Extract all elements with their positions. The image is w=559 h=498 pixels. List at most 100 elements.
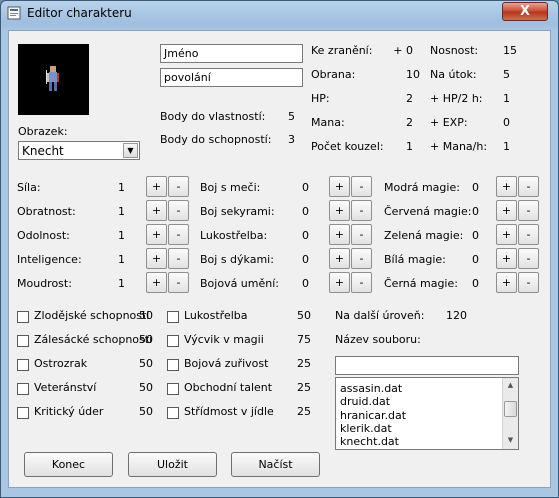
attribute-value: 1	[118, 253, 125, 266]
magic-plus-button[interactable]: +	[496, 272, 517, 293]
magic-minus-button[interactable]: -	[518, 200, 539, 221]
portrait-select[interactable]: Knecht ▼	[18, 141, 140, 160]
stat-label: + EXP:	[430, 116, 468, 129]
magic-minus-button[interactable]: -	[518, 248, 539, 269]
filename-input[interactable]	[335, 356, 519, 375]
stat-value: + 0	[393, 44, 413, 57]
skill-checkbox[interactable]	[167, 359, 179, 371]
combat-label: Boj sekyrami:	[200, 205, 275, 218]
attribute-label: Síla:	[17, 181, 41, 194]
attribute-points-label: Body do vlastností:	[160, 110, 266, 123]
attribute-plus-button[interactable]: +	[146, 248, 167, 269]
file-list-scrollbar[interactable]: ▲ ▼	[502, 378, 518, 449]
combat-label: Lukostřelba:	[200, 229, 268, 242]
skill-points-label: Body do schopností:	[160, 133, 272, 146]
list-item[interactable]: klerik.dat	[340, 422, 392, 435]
magic-plus-button[interactable]: +	[496, 176, 517, 197]
skill-checkbox[interactable]	[167, 383, 179, 395]
magic-plus-button[interactable]: +	[496, 200, 517, 221]
combat-minus-button[interactable]: -	[351, 248, 372, 269]
magic-plus-button[interactable]: +	[496, 248, 517, 269]
end-button[interactable]: Konec	[24, 452, 113, 477]
list-item[interactable]: druid.dat	[340, 395, 390, 408]
list-item[interactable]: knecht.dat	[340, 435, 399, 448]
skill-checkbox[interactable]	[17, 359, 29, 371]
skill-checkbox[interactable]	[17, 335, 29, 347]
stat-value: 1	[406, 140, 413, 153]
magic-minus-button[interactable]: -	[518, 272, 539, 293]
magic-value: 0	[472, 181, 479, 194]
skill-cost: 25	[297, 381, 311, 394]
combat-plus-button[interactable]: +	[329, 224, 350, 245]
attribute-minus-button[interactable]: -	[168, 272, 189, 293]
list-item[interactable]: hranicar.dat	[340, 409, 406, 422]
skill-label: Výcvik v magii	[184, 333, 264, 346]
attribute-plus-button[interactable]: +	[146, 224, 167, 245]
stat-value: 1	[503, 92, 510, 105]
scroll-down-icon[interactable]: ▼	[505, 435, 516, 446]
attribute-plus-button[interactable]: +	[146, 272, 167, 293]
window-title: Editor charakteru	[27, 6, 132, 20]
app-icon	[7, 6, 21, 20]
magic-value: 0	[472, 253, 479, 266]
attribute-plus-button[interactable]: +	[146, 200, 167, 221]
load-button[interactable]: Načíst	[231, 452, 320, 477]
close-button[interactable]: X	[502, 2, 548, 21]
combat-minus-button[interactable]: -	[351, 176, 372, 197]
stat-value: 15	[503, 44, 517, 57]
stat-label: Ke zranění:	[311, 44, 373, 57]
combat-plus-button[interactable]: +	[329, 248, 350, 269]
attribute-plus-button[interactable]: +	[146, 176, 167, 197]
skill-label: Bojová zuřivost	[184, 357, 269, 370]
attribute-label: Odolnost:	[17, 229, 70, 242]
magic-label: Zelená magie:	[384, 229, 464, 242]
attribute-minus-button[interactable]: -	[168, 200, 189, 221]
skill-label: Zlodějské schopnosti	[34, 309, 150, 322]
magic-label: Modrá magie:	[384, 181, 460, 194]
scroll-thumb[interactable]	[504, 401, 517, 417]
combat-plus-button[interactable]: +	[329, 272, 350, 293]
chevron-down-icon[interactable]: ▼	[123, 143, 138, 158]
combat-plus-button[interactable]: +	[329, 176, 350, 197]
skill-checkbox[interactable]	[167, 335, 179, 347]
skill-cost: 50	[139, 405, 153, 418]
next-level-value: 120	[446, 309, 467, 322]
magic-minus-button[interactable]: -	[518, 176, 539, 197]
magic-minus-button[interactable]: -	[518, 224, 539, 245]
combat-minus-button[interactable]: -	[351, 224, 372, 245]
skill-label: Střídmost v jídle	[184, 405, 274, 418]
name-field[interactable]: Jméno	[160, 44, 303, 63]
scroll-up-icon[interactable]: ▲	[505, 380, 516, 391]
magic-value: 0	[472, 205, 479, 218]
attribute-minus-button[interactable]: -	[168, 176, 189, 197]
filename-label: Název souboru:	[335, 333, 421, 346]
save-button[interactable]: Uložit	[128, 452, 217, 477]
combat-value: 0	[302, 205, 309, 218]
combat-value: 0	[302, 181, 309, 194]
skill-label: Kritický úder	[34, 405, 104, 418]
attribute-minus-button[interactable]: -	[168, 224, 189, 245]
attribute-value: 1	[118, 277, 125, 290]
stat-label: Mana:	[311, 116, 345, 129]
magic-plus-button[interactable]: +	[496, 224, 517, 245]
profession-field[interactable]: povolání	[160, 68, 303, 87]
portrait-label: Obrazek:	[18, 125, 68, 138]
skill-checkbox[interactable]	[17, 407, 29, 419]
magic-label: Bílá magie:	[384, 253, 446, 266]
list-item[interactable]: assasin.dat	[340, 382, 402, 395]
skill-label: Ostrozrak	[34, 357, 88, 370]
file-list[interactable]: assasin.dat druid.dat hranicar.dat kleri…	[335, 377, 519, 450]
skill-checkbox[interactable]	[17, 311, 29, 323]
combat-value: 0	[302, 253, 309, 266]
skill-checkbox[interactable]	[17, 383, 29, 395]
skill-checkbox[interactable]	[167, 311, 179, 323]
skill-checkbox[interactable]	[167, 407, 179, 419]
stat-value: 2	[406, 116, 413, 129]
magic-value: 0	[472, 277, 479, 290]
magic-value: 0	[472, 229, 479, 242]
attribute-minus-button[interactable]: -	[168, 248, 189, 269]
skill-cost: 50	[139, 381, 153, 394]
combat-minus-button[interactable]: -	[351, 200, 372, 221]
combat-plus-button[interactable]: +	[329, 200, 350, 221]
combat-minus-button[interactable]: -	[351, 272, 372, 293]
